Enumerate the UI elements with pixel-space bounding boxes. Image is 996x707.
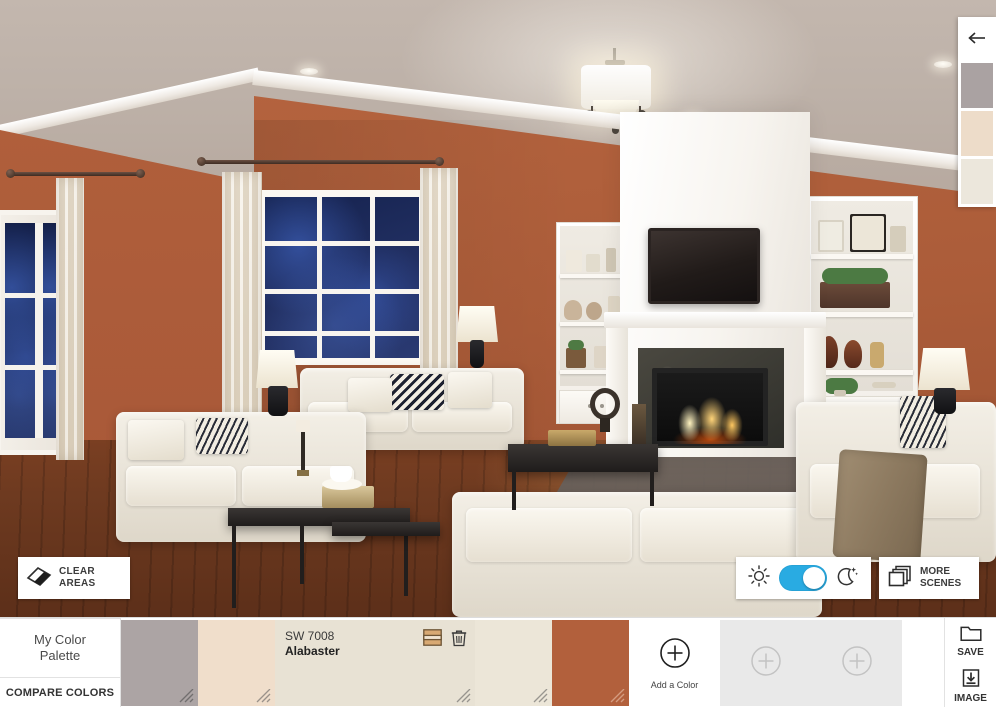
recessed-light [934,61,952,68]
spiral-sculpture [588,388,622,434]
curtain-panel [222,172,262,424]
palette-title: My Color Palette [33,632,86,663]
save-column: SAVE IMAGE [944,618,996,707]
side-swatch-2[interactable] [961,111,993,156]
palette-swatch-1[interactable] [121,620,198,706]
lamp-base [470,340,484,368]
pillow [128,420,184,460]
resize-grip-icon[interactable] [532,688,548,703]
toggle-knob [802,567,825,589]
fire-flames [664,392,756,444]
resize-grip-icon[interactable] [455,688,471,703]
compare-colors-button[interactable]: COMPARE COLORS [0,677,120,707]
resize-grip-icon[interactable] [609,688,625,703]
lamp-base [268,386,288,416]
folder-icon [959,624,982,645]
plus-circle-icon [841,645,873,682]
sun-icon[interactable] [748,564,770,592]
curtain-rod-left [6,169,145,178]
candlestick [296,420,310,478]
pillow [348,378,392,412]
swatch-name: Alabaster [285,644,340,658]
arrow-left-icon [967,31,987,50]
clear-areas-label: CLEAR AREAS [59,566,96,589]
fireplace-mantel [604,312,826,328]
throw-blanket [832,449,928,563]
trash-icon[interactable] [451,629,467,652]
lamp-shade [256,350,298,388]
more-scenes-button[interactable]: MORE SCENES [879,557,979,599]
plus-circle-icon [659,637,691,674]
save-image-button[interactable]: IMAGE [945,663,996,707]
hourglass-decor [632,404,646,444]
room-scene-image[interactable]: CLEAR AREAS MORE SCENES [0,0,996,617]
palette-header: My Color Palette COMPARE COLORS [0,618,121,707]
plus-circle-icon [750,645,782,682]
resize-grip-icon[interactable] [178,688,194,703]
curtain-panel [56,178,84,460]
save-image-icon [960,668,982,691]
nesting-table-legs [232,524,408,608]
clear-areas-button[interactable]: CLEAR AREAS [18,557,130,599]
day-night-control[interactable] [736,557,871,599]
coffee-table-legs [512,470,654,510]
curtain-rod-main [197,157,444,166]
side-swatch-1[interactable] [961,63,993,108]
swatch-info: SW 7008 Alabaster [285,629,340,659]
side-panel-back-button[interactable] [961,20,993,60]
pillow [448,372,492,408]
window-bank [258,190,426,365]
color-side-panel[interactable] [958,17,996,207]
lamp-shade [918,348,970,390]
more-scenes-label: MORE SCENES [920,566,962,589]
add-a-color-label: Add a Color [650,679,699,690]
palette-swatch-2[interactable] [198,620,275,706]
coffee-table[interactable] [508,444,658,472]
color-palette-bar: My ColorPalette COMPARE COLORS SW 7008 [0,617,996,707]
paint-visualizer-app: CLEAR AREAS MORE SCENES My Color Palette… [0,0,996,707]
add-a-color-button[interactable]: Add a Color [629,620,720,706]
palette-swatch-5[interactable] [552,620,629,706]
layers-icon [887,564,913,593]
wall-mounted-tv [648,228,760,304]
empty-slot-2 [811,620,902,706]
save-image-label: IMAGE [954,692,987,704]
save-button[interactable]: SAVE [945,618,996,663]
resize-grip-icon[interactable] [255,688,271,703]
moon-stars-icon[interactable] [835,565,859,592]
recessed-light [300,68,318,75]
pillow-striped [196,418,248,454]
swatch-actions [423,629,467,652]
swatch-code: SW 7008 [285,629,335,643]
lamp-shade [456,306,498,342]
palette-swatch-selected[interactable]: SW 7008 Alabaster [275,620,475,706]
palette-swatch-4[interactable] [475,620,552,706]
empty-slot-1 [720,620,811,706]
eraser-icon [26,566,52,591]
side-swatch-3[interactable] [961,159,993,204]
pillow-chevron [390,374,444,410]
coordinating-colors-icon[interactable] [423,629,442,651]
day-night-toggle[interactable] [778,565,827,591]
nesting-table-small[interactable] [332,522,440,536]
coffee-cup [330,466,352,482]
lamp-base [934,388,956,414]
save-label: SAVE [957,646,984,658]
